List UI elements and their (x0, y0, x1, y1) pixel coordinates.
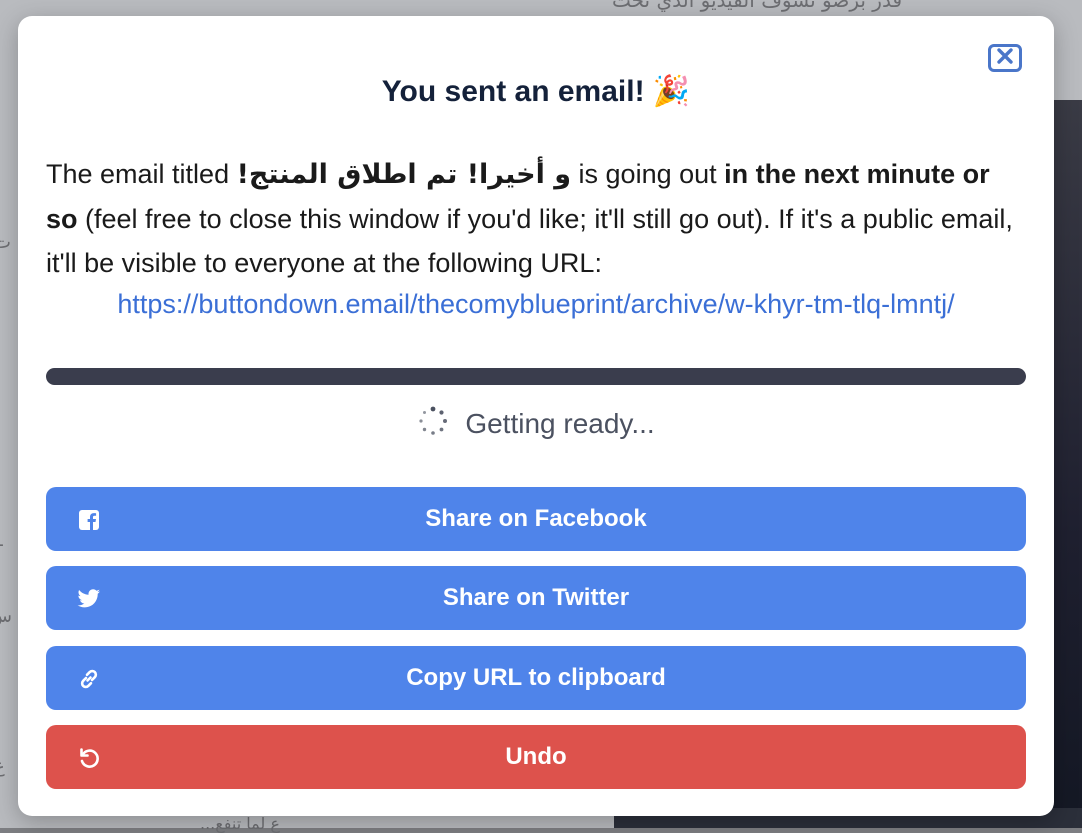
undo-icon (76, 745, 102, 771)
body-suffix: (feel free to close this window if you'd… (46, 204, 1013, 278)
close-icon (994, 47, 1016, 70)
body-prefix: The email titled (46, 159, 237, 189)
share-twitter-label: Share on Twitter (442, 584, 630, 611)
background-text: ع (0, 756, 5, 777)
background-text: س (0, 606, 12, 627)
email-title: و أخيرا! تم اطلاق المنتج! (236, 159, 572, 190)
share-facebook-label: Share on Facebook (425, 505, 647, 532)
share-facebook-button[interactable]: Share on Facebook (46, 487, 1026, 551)
undo-label: Undo (505, 743, 567, 770)
body-middle: is going out (571, 159, 725, 189)
background-text: ع لما تنفع... (200, 814, 280, 833)
background-text: قدر برضو تشوف الفيديو الذي تحت (612, 0, 903, 12)
background-text: ـا (0, 530, 3, 551)
status-row: Getting ready... (18, 404, 1054, 444)
copy-url-label: Copy URL to clipboard (406, 664, 666, 691)
spinner-icon (417, 405, 449, 444)
email-sent-modal: You sent an email! 🎉 The email titled و … (18, 16, 1054, 816)
undo-button[interactable]: Undo (46, 725, 1026, 789)
twitter-icon (76, 586, 102, 612)
modal-body-text: The email titled و أخيرا! تم اطلاق المنت… (46, 152, 1026, 285)
modal-title: You sent an email! 🎉 (381, 75, 691, 108)
public-url-link[interactable]: https://buttondown.email/thecomyblueprin… (46, 282, 1026, 326)
link-icon (76, 666, 102, 692)
copy-url-button[interactable]: Copy URL to clipboard (46, 646, 1026, 710)
background-text: ت (0, 232, 11, 253)
share-twitter-button[interactable]: Share on Twitter (46, 566, 1026, 630)
status-text: Getting ready... (465, 408, 655, 439)
close-button[interactable] (988, 44, 1022, 72)
progress-bar (46, 368, 1026, 385)
facebook-icon (76, 507, 102, 533)
